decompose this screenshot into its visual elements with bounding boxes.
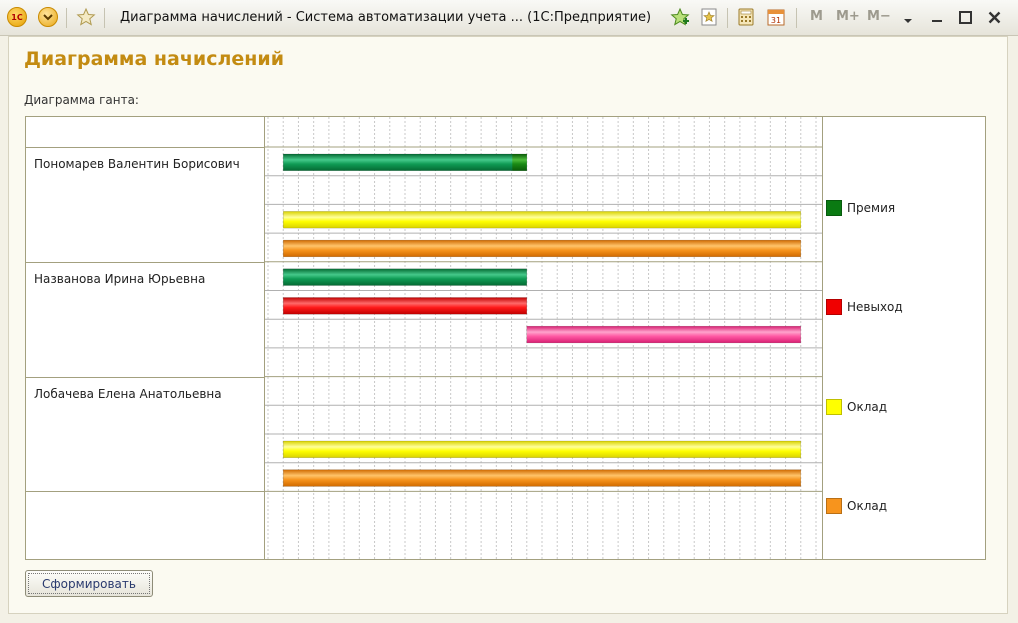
- gantt-bar-salary_orange[interactable]: [282, 239, 802, 258]
- gantt-bar-premium[interactable]: [282, 268, 528, 286]
- star-plus-icon: [670, 7, 690, 26]
- gantt-bar-pink[interactable]: [526, 325, 802, 344]
- gantt-person-name: Пономарев Валентин Борисович: [26, 147, 264, 262]
- gantt-caption: Диаграмма ганта:: [24, 93, 139, 107]
- gantt-person-name: Названова Ирина Юрьевна: [26, 261, 264, 377]
- maximize-button[interactable]: [953, 6, 977, 28]
- maximize-icon: [958, 10, 972, 24]
- bookmark-button[interactable]: [699, 7, 719, 27]
- generate-button[interactable]: Сформировать: [25, 570, 153, 597]
- legend-label: Невыход: [847, 300, 903, 314]
- gantt-timeline[interactable]: [265, 117, 823, 559]
- window-title: Диаграмма начислений - Система автоматиз…: [120, 10, 652, 25]
- calculator-button[interactable]: [736, 7, 756, 27]
- gantt-timeline-svg: [265, 117, 822, 559]
- legend-item: Премия: [826, 198, 895, 218]
- 1c-logo-icon: 1С: [7, 7, 27, 27]
- legend-swatch: [826, 200, 842, 216]
- bookmark-star-icon: [701, 8, 717, 26]
- close-icon: [988, 11, 1000, 23]
- separator: [66, 8, 67, 28]
- gantt-bar-end-cap[interactable]: [512, 154, 527, 171]
- memory-minus-button[interactable]: M−: [867, 9, 891, 24]
- svg-text:31: 31: [771, 16, 781, 25]
- separator: [104, 8, 105, 28]
- gantt-bar-salary_yellow[interactable]: [282, 211, 802, 229]
- calendar-button[interactable]: 31: [766, 7, 786, 27]
- legend-item: Оклад: [826, 397, 887, 417]
- page-title: Диаграмма начислений: [24, 48, 285, 70]
- calculator-icon: [738, 8, 754, 26]
- legend-label: Оклад: [847, 400, 888, 414]
- memory-plus-button[interactable]: M+: [836, 9, 860, 24]
- gantt-bar-premium[interactable]: [282, 153, 528, 171]
- legend-item: Оклад: [826, 496, 887, 516]
- star-icon: [76, 7, 96, 26]
- legend-swatch: [826, 399, 842, 415]
- separator: [727, 8, 728, 28]
- legend-item: Невыход: [826, 297, 903, 317]
- minimize-icon: [932, 20, 942, 22]
- minimize-button[interactable]: [925, 6, 949, 28]
- legend-label: Оклад: [847, 499, 888, 513]
- window-titlebar: 1С Диаграмма начислений - Система автома…: [0, 0, 1018, 36]
- toolbar-menu-button[interactable]: [896, 10, 920, 32]
- add-to-favorites-button[interactable]: [670, 7, 690, 27]
- gantt-chart[interactable]: Пономарев Валентин Борисович Названова Ир…: [25, 116, 986, 560]
- gantt-person-name: [26, 491, 264, 559]
- close-button[interactable]: [982, 6, 1006, 28]
- legend-swatch: [826, 498, 842, 514]
- chevron-down-icon: [38, 7, 58, 27]
- app-logo-icon[interactable]: 1С: [7, 7, 27, 27]
- main-menu-button[interactable]: [38, 7, 58, 27]
- gantt-legend: Премия Невыход Оклад Оклад: [823, 117, 985, 559]
- favorites-button[interactable]: [76, 7, 96, 27]
- legend-swatch: [826, 299, 842, 315]
- separator: [796, 8, 797, 28]
- gantt-bar-absence[interactable]: [282, 297, 528, 315]
- gantt-bar-salary_orange[interactable]: [282, 469, 802, 487]
- gantt-bar-salary_yellow[interactable]: [282, 440, 802, 458]
- gantt-names-column: Пономарев Валентин Борисович Названова Ир…: [26, 117, 265, 559]
- memory-m-button[interactable]: M: [810, 9, 823, 24]
- gantt-person-name: Лобачева Елена Анатольевна: [26, 376, 264, 492]
- small-chevron-down-icon: [904, 19, 912, 23]
- calendar-icon: 31: [767, 9, 785, 26]
- legend-label: Премия: [847, 201, 896, 215]
